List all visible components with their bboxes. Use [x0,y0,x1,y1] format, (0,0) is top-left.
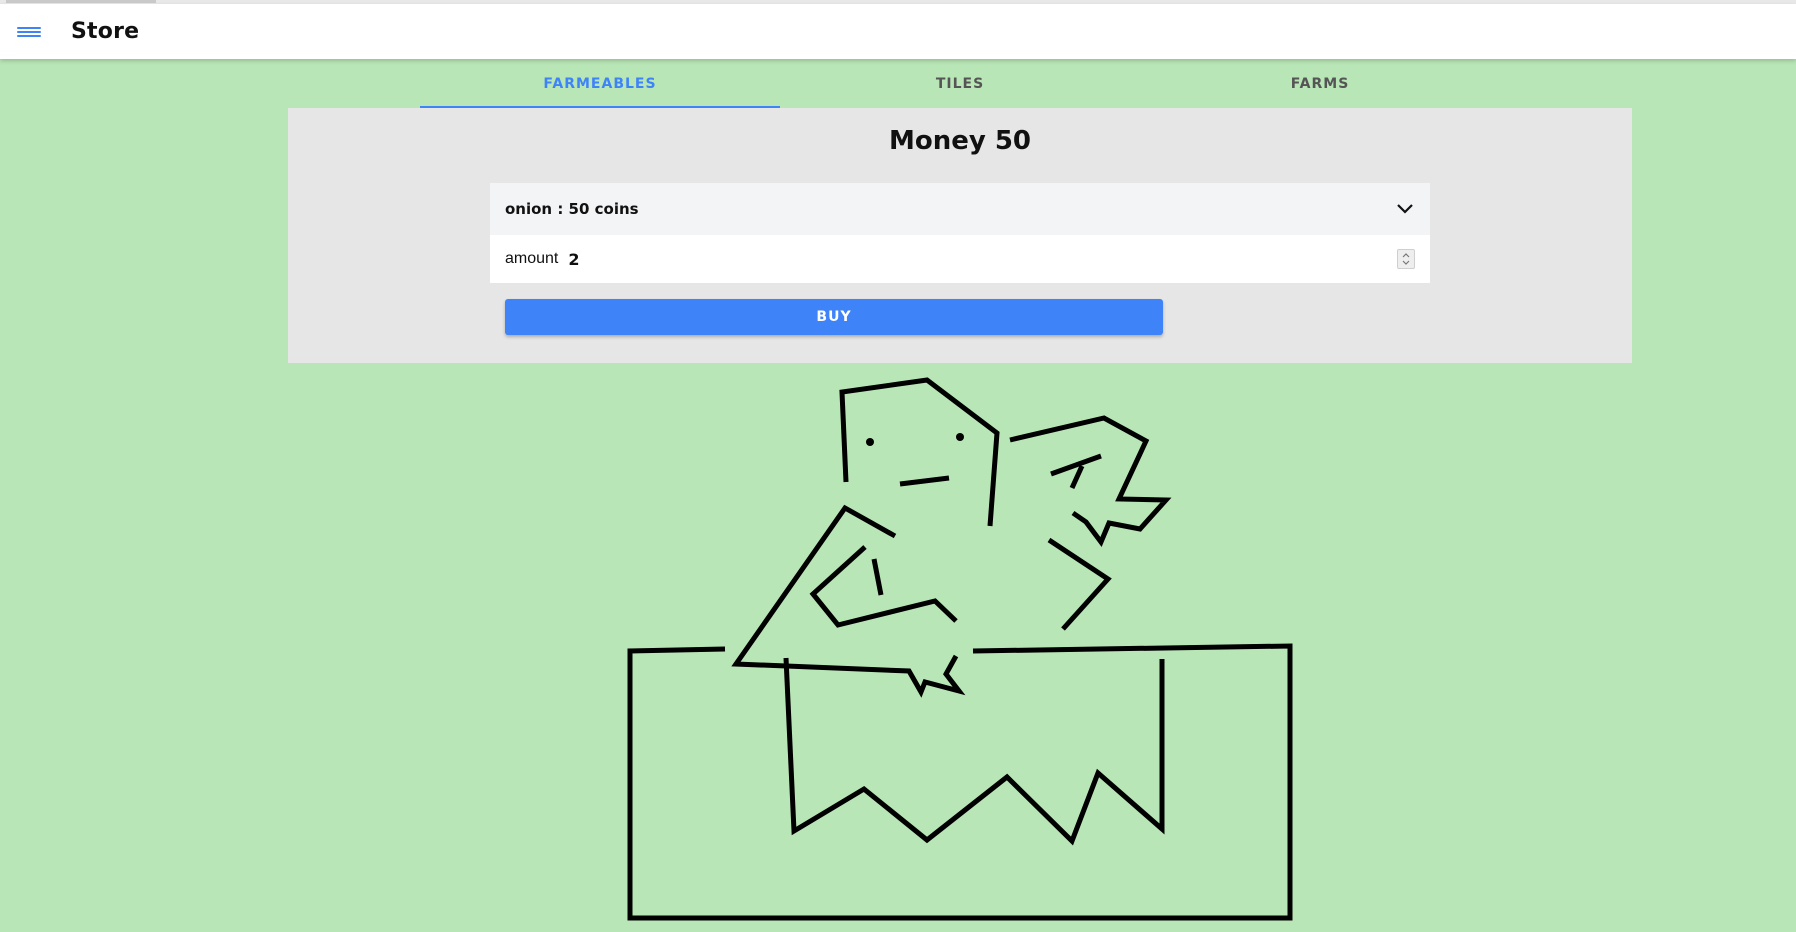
amount-input[interactable] [566,248,1397,270]
app-bar: Store [0,4,1796,59]
arm-outline [809,545,958,628]
leaf-outline [1009,415,1172,547]
item-select[interactable]: onion : 50 coins [490,183,1430,235]
mouth [899,475,950,487]
money-display: Money 50 [288,126,1632,156]
tab-farmeables[interactable]: FARMEABLES [420,60,780,108]
money-value: 50 [994,126,1032,156]
hamburger-menu-icon[interactable] [17,23,41,41]
box-zigzag [783,657,1165,846]
app-title: Store [71,19,140,44]
left-eye [866,438,874,446]
chevron-down-icon [1397,204,1413,214]
onion-character-illustration [627,377,1293,921]
head-outline [839,377,1000,527]
tab-tiles[interactable]: TILES [780,60,1140,108]
buy-button[interactable]: BUY [505,299,1163,335]
browser-tab-indicator [6,0,156,3]
store-tabs: FARMEABLES TILES FARMS [420,60,1500,108]
amount-label: amount [505,250,559,267]
money-label: Money [888,126,986,156]
store-panel: Money 50 onion : 50 coins amount BUY [288,108,1632,363]
number-spinner-icon[interactable] [1397,249,1415,269]
selected-item: onion : 50 coins [505,200,639,218]
body-outline [731,504,966,698]
right-eye [956,433,964,441]
amount-field: amount [490,235,1430,283]
box-outline [627,643,1293,921]
tab-farms[interactable]: FARMS [1140,60,1500,108]
